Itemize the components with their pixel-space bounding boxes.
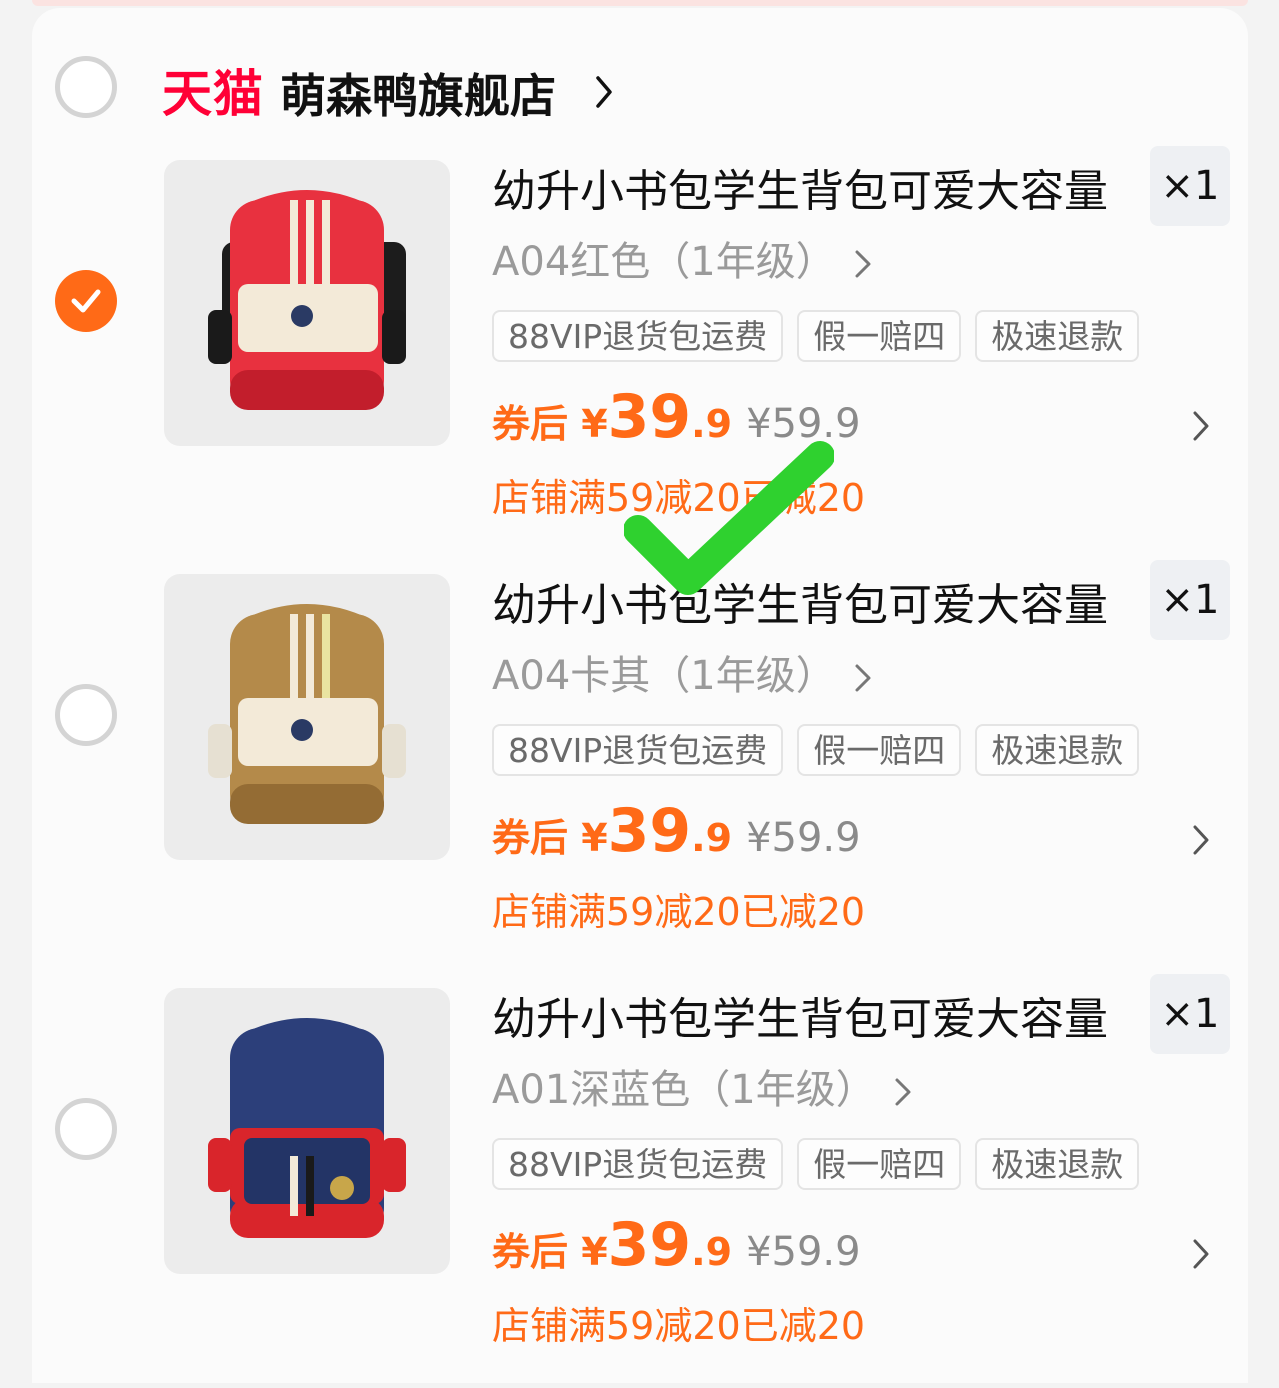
product-title[interactable]: 幼升小书包学生背包可爱大容量 — [492, 992, 1108, 1048]
price-integer: 39 — [607, 796, 692, 866]
service-tag: 极速退款 — [975, 724, 1140, 776]
store-cart-card: 天猫 萌森鸭旗舰店 幼升小书包学生背包可爱大容量 ×1 A04红色（1年级） 8… — [32, 8, 1248, 1383]
service-tag: 88VIP退货包运费 — [492, 310, 784, 362]
cart-item[interactable]: 幼升小书包学生背包可爱大容量 ×1 A04卡其（1年级） 88VIP退货包运费 … — [32, 560, 1248, 974]
sku-label: A01深蓝色（1年级） — [492, 1067, 876, 1113]
product-thumbnail[interactable] — [164, 988, 450, 1274]
service-tags: 88VIP退货包运费 假一赔四 极速退款 — [492, 1138, 1140, 1190]
promo-text: 店铺满59减20已减20 — [492, 1304, 866, 1348]
product-title[interactable]: 幼升小书包学生背包可爱大容量 — [492, 164, 1108, 220]
service-tags: 88VIP退货包运费 假一赔四 极速退款 — [492, 724, 1140, 776]
store-select-radio[interactable] — [55, 56, 117, 118]
cart-item[interactable]: 幼升小书包学生背包可爱大容量 ×1 A01深蓝色（1年级） 88VIP退货包运费… — [32, 974, 1248, 1388]
chevron-right-icon[interactable] — [594, 74, 614, 110]
service-tags: 88VIP退货包运费 假一赔四 极速退款 — [492, 310, 1140, 362]
service-tag: 假一赔四 — [797, 1138, 962, 1190]
price-row: 券后 ¥39.9 ¥59.9 — [492, 796, 861, 866]
service-tag: 极速退款 — [975, 310, 1140, 362]
item-select-radio[interactable] — [55, 270, 117, 332]
service-tag: 极速退款 — [975, 1138, 1140, 1190]
store-header[interactable]: 天猫 萌森鸭旗舰店 — [32, 56, 1248, 136]
service-tag: 假一赔四 — [797, 724, 962, 776]
tmall-logo: 天猫 — [162, 65, 264, 123]
quantity-badge[interactable]: ×1 — [1150, 974, 1230, 1054]
sku-label: A04红色（1年级） — [492, 239, 836, 285]
service-tag: 假一赔四 — [797, 310, 962, 362]
sku-selector[interactable]: A04卡其（1年级） — [492, 650, 872, 702]
sku-label: A04卡其（1年级） — [492, 653, 836, 699]
price-prefix: 券后 ¥ — [492, 1230, 608, 1274]
item-select-radio[interactable] — [55, 684, 117, 746]
backpack-image — [208, 1018, 406, 1238]
chevron-right-icon — [855, 250, 871, 278]
price-integer: 39 — [607, 1210, 692, 1280]
price-prefix: 券后 ¥ — [492, 816, 608, 860]
item-select-radio[interactable] — [55, 1098, 117, 1160]
checkmark-icon — [71, 289, 101, 313]
original-price: ¥59.9 — [746, 1229, 861, 1275]
backpack-image — [208, 604, 406, 824]
store-name[interactable]: 萌森鸭旗舰店 — [280, 66, 556, 126]
top-strip — [32, 0, 1248, 6]
product-thumbnail[interactable] — [164, 160, 450, 446]
chevron-right-icon — [855, 664, 871, 692]
service-tag: 88VIP退货包运费 — [492, 1138, 784, 1190]
price-prefix: 券后 ¥ — [492, 402, 608, 446]
product-thumbnail[interactable] — [164, 574, 450, 860]
quantity-badge[interactable]: ×1 — [1150, 560, 1230, 640]
price-row: 券后 ¥39.9 ¥59.9 — [492, 1210, 861, 1280]
price-decimal: .9 — [691, 816, 733, 860]
promo-text: 店铺满59减20已减20 — [492, 890, 866, 934]
backpack-image — [208, 190, 406, 410]
service-tag: 88VIP退货包运费 — [492, 724, 784, 776]
price-decimal: .9 — [691, 1230, 733, 1274]
chevron-right-icon — [895, 1078, 911, 1106]
green-checkmark-overlay-icon — [624, 441, 834, 595]
sku-selector[interactable]: A04红色（1年级） — [492, 236, 872, 288]
quantity-badge[interactable]: ×1 — [1150, 146, 1230, 226]
chevron-right-icon[interactable] — [1192, 824, 1210, 856]
chevron-right-icon[interactable] — [1192, 410, 1210, 442]
sku-selector[interactable]: A01深蓝色（1年级） — [492, 1064, 912, 1116]
chevron-right-icon[interactable] — [1192, 1238, 1210, 1270]
original-price: ¥59.9 — [746, 815, 861, 861]
